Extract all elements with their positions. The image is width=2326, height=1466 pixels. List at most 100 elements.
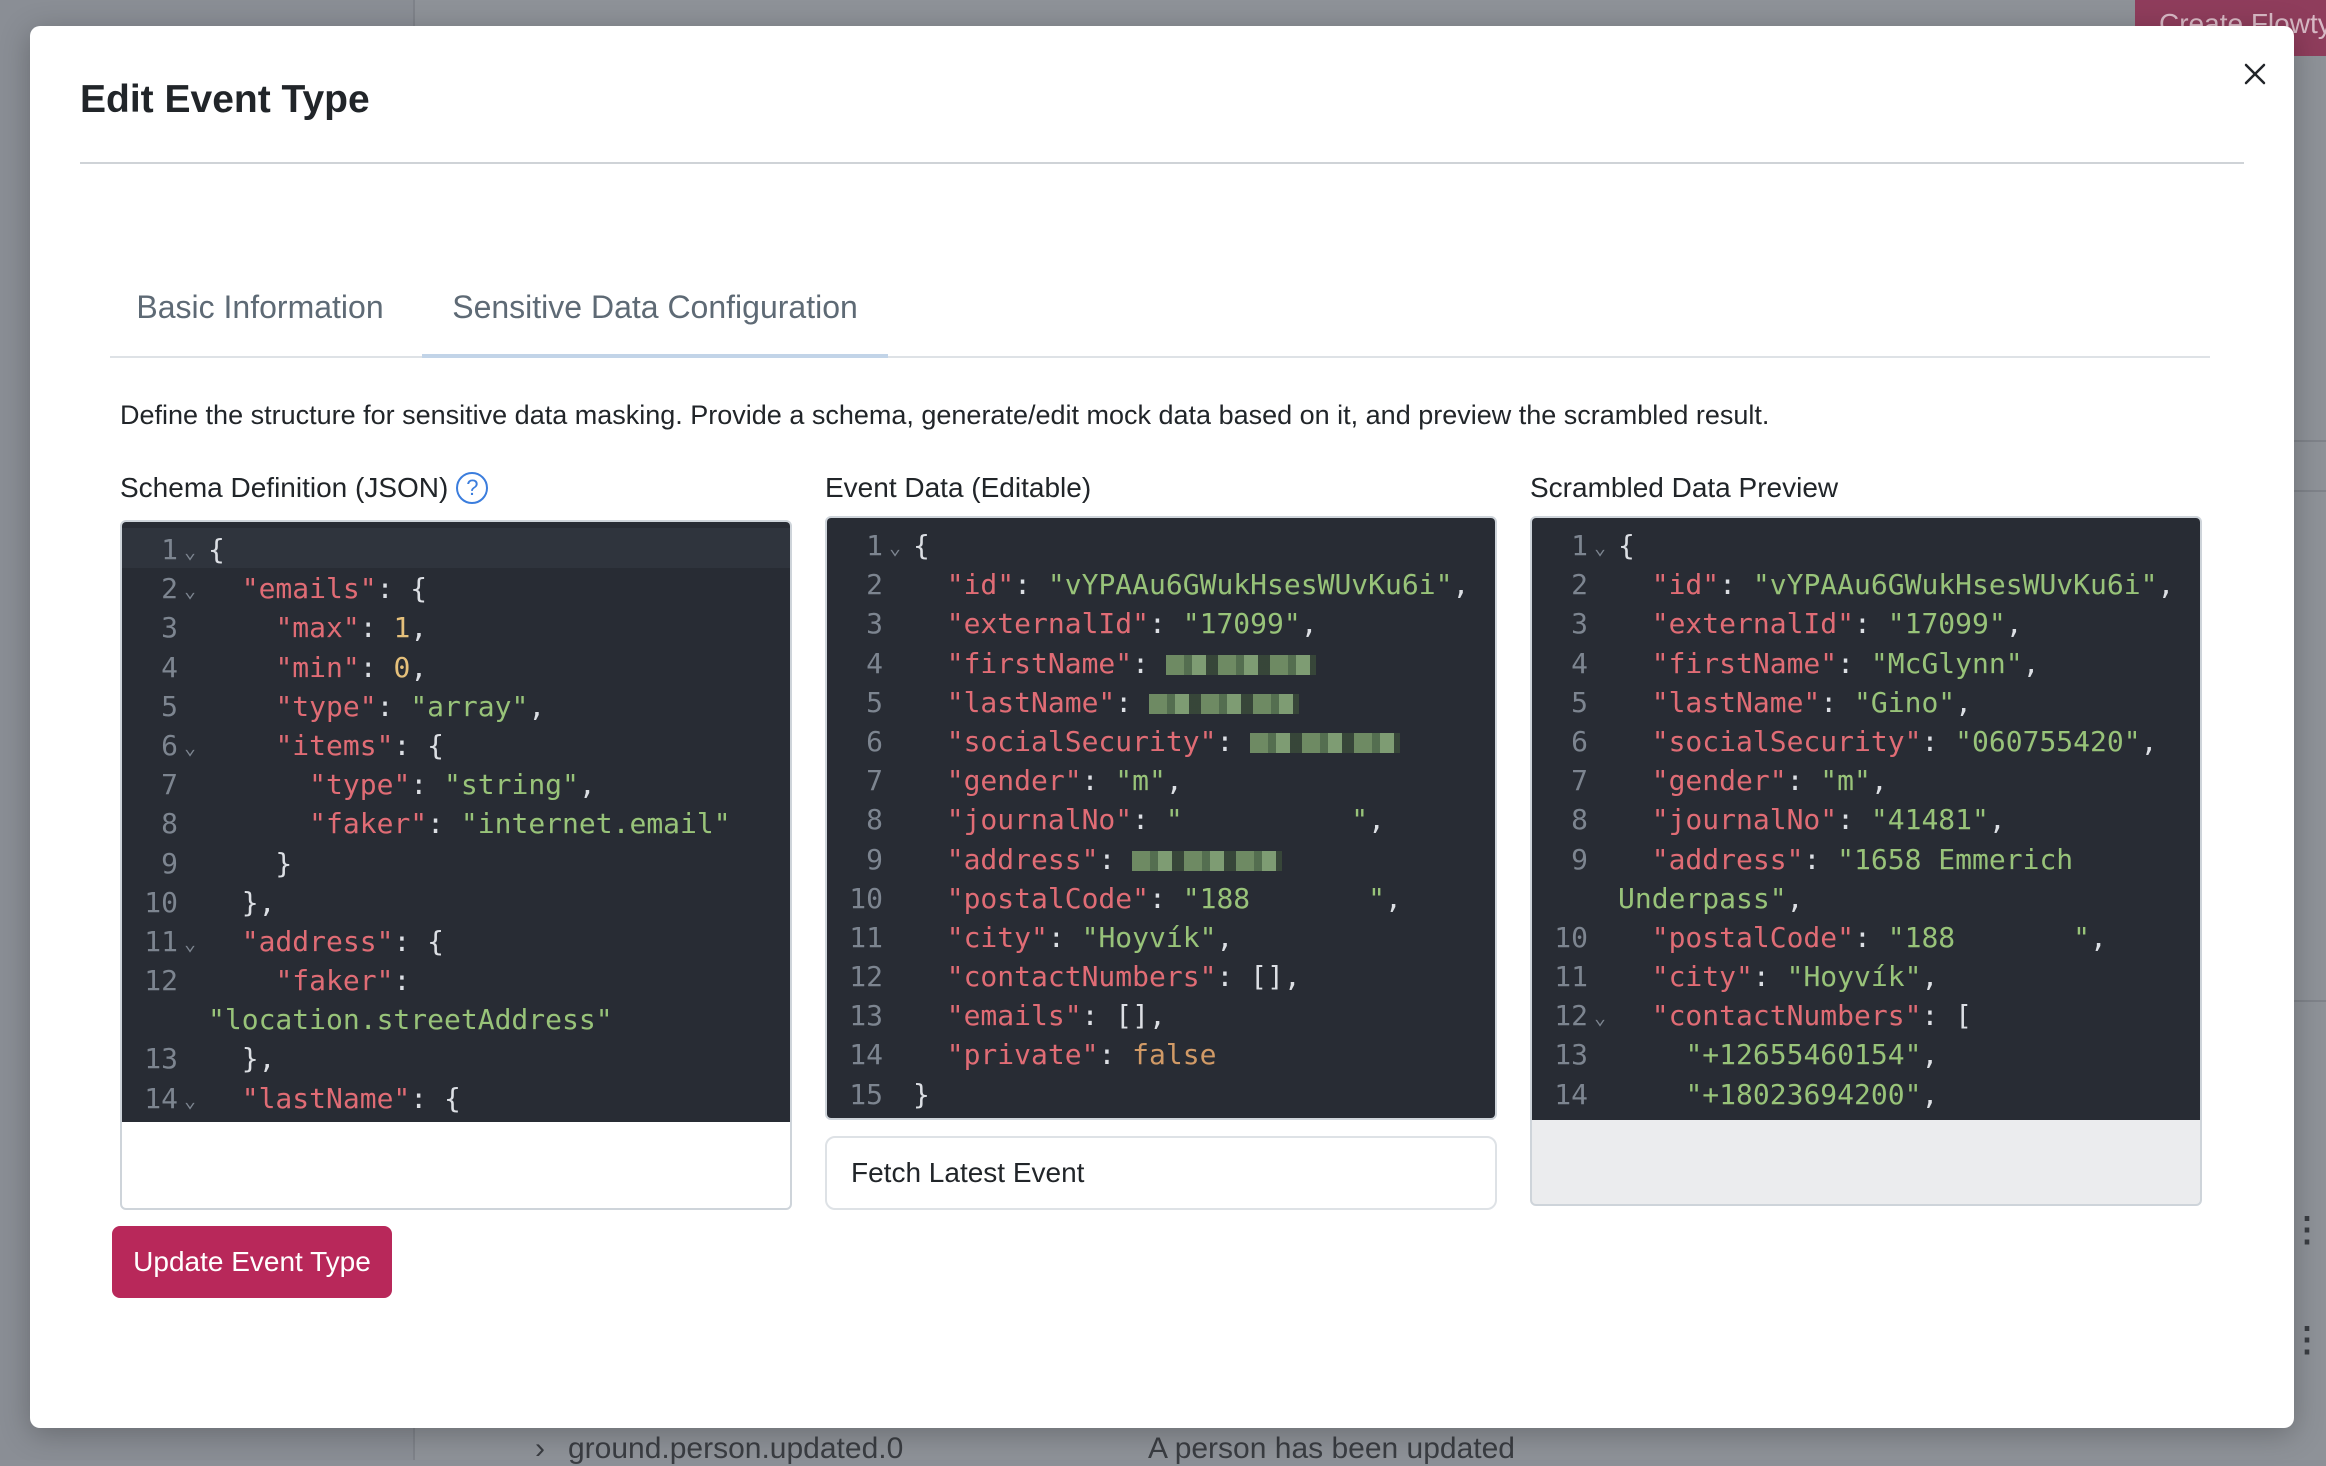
tab-sensitive-data-configuration[interactable]: Sensitive Data Configuration (422, 264, 888, 358)
code-text: "id": "vYPAAu6GWukHsesWUvKu6i", (1618, 565, 2190, 604)
help-icon[interactable]: ? (456, 472, 489, 504)
code-token: : (1820, 685, 1855, 719)
code-token: , (1988, 803, 2006, 837)
line-number: 8 (161, 807, 178, 841)
tab-basic-information[interactable]: Basic Information (110, 264, 410, 356)
line-number: 5 (161, 689, 178, 723)
code-token: "060755420" (1955, 724, 2141, 758)
code-line: 4 "min": 0, (122, 648, 790, 687)
line-number: 2 (866, 568, 883, 602)
code-token: : (1719, 568, 1753, 602)
line-number: 15 (849, 1077, 883, 1111)
line-number: 13 (1554, 1038, 1588, 1072)
code-text: "journalNo": " ", (913, 800, 1485, 839)
code-line: 7 "gender": "m", (827, 761, 1495, 800)
event-data-label: Event Data (Editable) (825, 472, 1092, 503)
code-token: , (1165, 764, 1183, 798)
code-token: "188 " (1182, 881, 1386, 915)
code-token: "private" (946, 1038, 1099, 1072)
line-number: 14 (144, 1081, 178, 1115)
code-line: 2 "id": "vYPAAu6GWukHsesWUvKu6i", (1532, 565, 2200, 604)
line-number: 3 (1571, 607, 1588, 641)
code-line: 10 }, (122, 883, 790, 922)
code-text: "gender": "m", (913, 761, 1485, 800)
code-token: : [], (1081, 999, 1166, 1033)
code-token: : (1098, 1038, 1133, 1072)
code-token: "m" (1820, 764, 1871, 798)
code-text: "faker": "internet.email" (208, 804, 780, 843)
code-token: "faker" (275, 964, 394, 998)
fold-chevron-icon[interactable]: ⌄ (184, 924, 196, 963)
code-token: , (1921, 1038, 1939, 1072)
code-token: , (1368, 803, 1386, 837)
fold-chevron-icon[interactable]: ⌄ (184, 728, 196, 767)
modal-title: Edit Event Type (80, 78, 370, 121)
code-text: "lastName": (913, 683, 1485, 722)
code-token: "17099" (1887, 607, 2006, 641)
scrambled-preview-panel: 1 ⌄{2 "id": "vYPAAu6GWukHsesWUvKu6i", 3 "e… (1530, 516, 2202, 1206)
schema-editor-panel: 1 ⌄{2 ⌄ "emails": {3 "max": 1, 4 "min": 0, 5… (120, 520, 792, 1210)
code-token: "internet.email" (460, 807, 731, 841)
event-code-editor[interactable]: 1 ⌄{2 "id": "vYPAAu6GWukHsesWUvKu6i", 3 "e… (827, 518, 1495, 1118)
code-line: 9 } (122, 844, 790, 883)
code-token: : (1014, 568, 1048, 602)
fold-chevron-icon[interactable]: ⌄ (184, 571, 196, 610)
update-event-type-button[interactable]: Update Event Type (112, 1226, 392, 1298)
code-token: }, (208, 885, 276, 919)
code-text: "min": 0, (208, 648, 780, 687)
code-token: "faker" (309, 807, 428, 841)
fold-chevron-icon[interactable]: ⌄ (184, 1081, 196, 1120)
code-token: : (1047, 920, 1082, 954)
schema-code-lines: 1 ⌄{2 ⌄ "emails": {3 "max": 1, 4 "min": 0, 5… (122, 530, 790, 1118)
code-text: "firstName": "McGlynn", (1618, 644, 2190, 683)
code-line: 13 "emails": [], (827, 996, 1495, 1035)
code-token: "location.streetAddress" (208, 1003, 613, 1037)
schema-definition-label: Schema Definition (JSON)? (120, 472, 489, 504)
code-line: 15} (827, 1075, 1495, 1114)
close-button[interactable] (2233, 52, 2277, 96)
code-token: : { (376, 572, 428, 606)
code-token: } (913, 1077, 930, 1111)
code-token: "lastName" (241, 1081, 411, 1115)
fetch-latest-event-button[interactable]: Fetch Latest Event (825, 1136, 1497, 1210)
code-token: , (1300, 607, 1318, 641)
line-number: 8 (866, 803, 883, 837)
code-line: 10 "postalCode": "188 ", (827, 879, 1495, 918)
code-token: "188 " (1887, 920, 2091, 954)
code-text: "gender": "m", (1618, 761, 2190, 800)
code-line: 14 "+18023694200", (1532, 1075, 2200, 1114)
fold-chevron-icon[interactable]: ⌄ (1594, 528, 1606, 567)
scrambled-preview-label: Scrambled Data Preview (1530, 472, 1839, 503)
code-line: 7 "type": "string", (122, 765, 790, 804)
line-number: 12 (144, 964, 178, 998)
fold-chevron-icon[interactable]: ⌄ (184, 532, 196, 571)
code-token: "string" (444, 768, 579, 802)
code-text: "faker": "location.streetAddress" (208, 961, 780, 1039)
code-line: 1 ⌄ { (827, 526, 1495, 565)
code-token: , (1921, 960, 1939, 994)
code-token: "emails" (946, 999, 1082, 1033)
schema-code-editor[interactable]: 1 ⌄{2 ⌄ "emails": {3 "max": 1, 4 "min": 0, 5… (122, 522, 790, 1122)
code-token: "socialSecurity" (1651, 724, 1922, 758)
fold-chevron-icon[interactable]: ⌄ (1594, 998, 1606, 1037)
code-line: 13 "+12655460154", (1532, 1035, 2200, 1074)
code-text: } (913, 1075, 1485, 1114)
code-line: 2 ⌄ "emails": { (122, 569, 790, 608)
close-icon (2244, 63, 2266, 85)
code-token: , (1870, 764, 1888, 798)
line-number: 11 (144, 924, 178, 958)
code-token: "socialSecurity" (946, 724, 1217, 758)
code-token: "journalNo" (946, 803, 1133, 837)
fold-chevron-icon[interactable]: ⌄ (889, 528, 901, 567)
code-text: "lastName": { (208, 1079, 780, 1118)
